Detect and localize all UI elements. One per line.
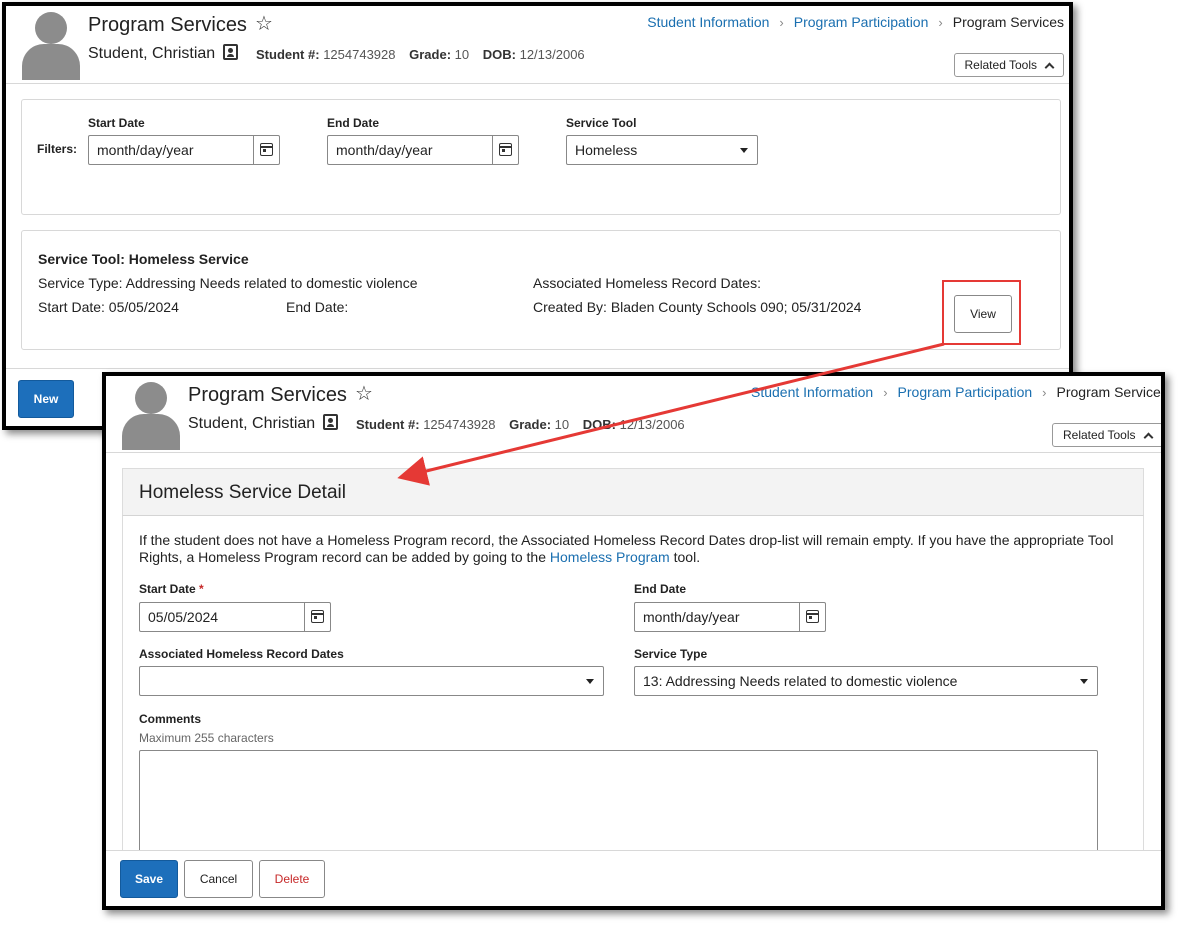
chevron-up-icon (1044, 62, 1055, 72)
chevron-right-icon: › (1042, 385, 1047, 400)
comments-label: Comments (139, 712, 202, 726)
comments-hint: Maximum 255 characters (139, 731, 274, 745)
end-date-input[interactable]: month/day/year (634, 602, 826, 632)
student-details: Student #: 1254743928 Grade: 10 DOB: 12/… (356, 417, 685, 432)
detail-footer: Save Cancel Delete (106, 850, 1161, 906)
save-button[interactable]: Save (120, 860, 178, 898)
service-record-heading: Service Tool: Homeless Service (38, 251, 249, 267)
service-type-select[interactable]: 13: Addressing Needs related to domestic… (634, 666, 1098, 696)
calendar-icon[interactable] (799, 603, 825, 631)
page-title: Program Services ☆ (88, 11, 273, 36)
info-message: If the student does not have a Homeless … (139, 532, 1114, 565)
homeless-service-detail-window: Program Services ☆ Student, Christian Stu… (102, 372, 1165, 910)
breadcrumb-student-information[interactable]: Student Information (647, 14, 769, 30)
filters-label: Filters: (37, 142, 78, 156)
chevron-right-icon: › (938, 15, 943, 30)
dropdown-caret-icon (740, 148, 748, 153)
associated-dates-text: Associated Homeless Record Dates: (533, 275, 761, 291)
required-asterisk: * (199, 582, 204, 596)
start-date-label: Start Date (88, 116, 145, 130)
related-tools-button[interactable]: Related Tools (953, 53, 1064, 77)
detail-heading: Homeless Service Detail (139, 482, 346, 503)
chevron-up-icon (1143, 432, 1153, 442)
associated-dates-select[interactable] (139, 666, 604, 696)
service-type-text: Service Type: Addressing Needs related t… (38, 275, 418, 291)
calendar-icon[interactable] (492, 136, 518, 164)
cancel-button[interactable]: Cancel (184, 860, 253, 898)
start-date-input[interactable]: 05/05/2024 (139, 602, 331, 632)
filters-panel: Filters: Start Date month/day/year End D… (21, 99, 1061, 215)
chevron-right-icon: › (779, 15, 784, 30)
new-button[interactable]: New (18, 380, 74, 418)
breadcrumb-current: Program Services (952, 14, 1064, 30)
calendar-icon[interactable] (253, 136, 279, 164)
calendar-icon[interactable] (304, 603, 330, 631)
breadcrumb: Student Information › Program Participatio… (647, 14, 1064, 30)
associated-dates-label: Associated Homeless Record Dates (139, 647, 344, 661)
view-button-highlight (942, 280, 1021, 345)
dropdown-caret-icon (1080, 679, 1088, 684)
favorite-star-icon[interactable]: ☆ (255, 11, 273, 36)
service-type-label: Service Type (634, 647, 708, 661)
service-tool-label: Service Tool (566, 116, 637, 130)
homeless-program-link[interactable]: Homeless Program (550, 549, 670, 565)
chevron-right-icon: › (883, 385, 888, 400)
student-avatar (22, 12, 80, 80)
breadcrumb-current: Program Service (1056, 384, 1161, 400)
detail-panel-header: Homeless Service Detail (122, 468, 1144, 516)
filter-start-date-input[interactable]: month/day/year (88, 135, 280, 165)
page-title: Program Services ☆ (188, 381, 373, 406)
end-date-label: End Date (327, 116, 380, 130)
related-tools-button[interactable]: Related Tools (1052, 423, 1161, 447)
student-id-card-icon[interactable] (223, 44, 239, 60)
service-tool-select[interactable]: Homeless (566, 135, 758, 165)
end-date-text: End Date: (286, 299, 349, 315)
delete-button[interactable]: Delete (259, 860, 325, 898)
filter-end-date-input[interactable]: month/day/year (327, 135, 519, 165)
end-date-label: End Date (634, 582, 687, 596)
favorite-star-icon[interactable]: ☆ (355, 381, 373, 406)
breadcrumb-program-participation[interactable]: Program Participation (898, 384, 1033, 400)
program-services-list-window: Program Services ☆ Student, Christian Stu… (2, 2, 1073, 430)
student-avatar (122, 382, 180, 450)
service-record-card: Service Tool: Homeless Service Service T… (21, 230, 1061, 350)
breadcrumb-student-information[interactable]: Student Information (751, 384, 873, 400)
start-date-label: Start Date * (139, 582, 204, 596)
student-details: Student #: 1254743928 Grade: 10 DOB: 12/… (256, 47, 585, 62)
breadcrumb: Student Information › Program Participatio… (751, 384, 1161, 400)
student-id-card-icon[interactable] (323, 414, 339, 430)
start-date-text: Start Date: 05/05/2024 (38, 299, 179, 315)
student-name: Student, Christian (188, 414, 339, 433)
dropdown-caret-icon (586, 679, 594, 684)
breadcrumb-program-participation[interactable]: Program Participation (794, 14, 929, 30)
created-by-text: Created By: Bladen County Schools 090; 0… (533, 299, 862, 315)
student-name: Student, Christian (88, 44, 239, 63)
